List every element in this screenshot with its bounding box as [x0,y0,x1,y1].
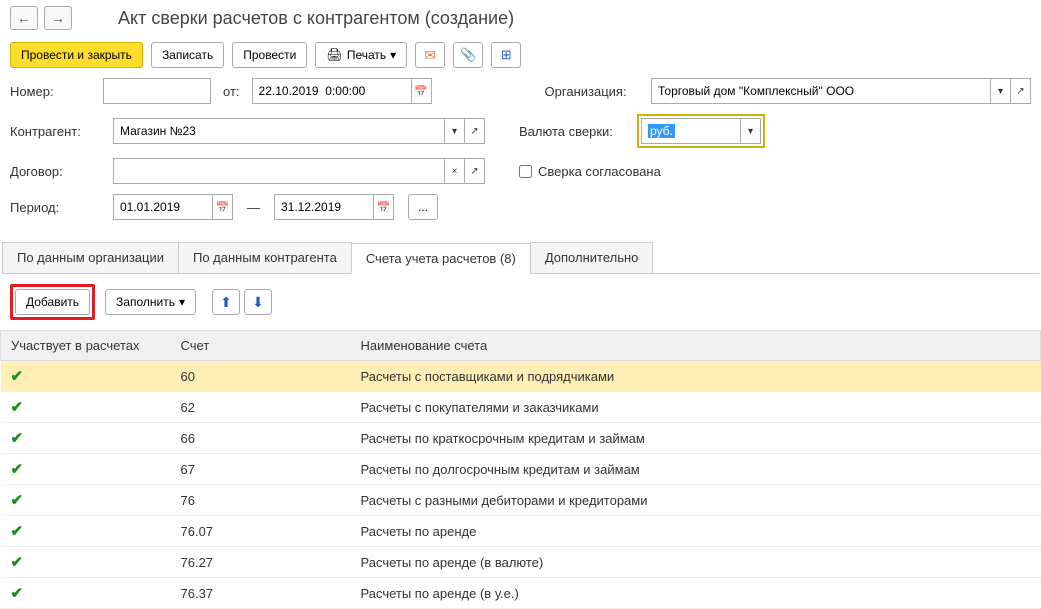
nav-forward-button[interactable]: → [44,6,72,30]
check-icon[interactable]: ✔ [11,585,24,602]
org-dropdown-button[interactable]: ▾ [991,78,1011,104]
currency-input[interactable]: руб. [641,118,741,144]
fill-button[interactable]: Заполнить ▾ [105,289,196,315]
table-row[interactable]: ✔ 60 Расчеты с поставщиками и подрядчика… [1,361,1041,392]
move-down-button[interactable]: ⬇ [244,289,272,315]
contractor-open-button[interactable]: ↗ [465,118,485,144]
calendar-button[interactable] [412,78,432,104]
check-icon[interactable]: ✔ [11,554,24,571]
account-code: 66 [171,423,351,454]
account-code: 60 [171,361,351,392]
agreed-checkbox[interactable] [519,165,532,178]
table-row[interactable]: ✔ 66 Расчеты по краткосрочным кредитам и… [1,423,1041,454]
org-input[interactable] [651,78,991,104]
calendar-icon [377,201,391,214]
table-row[interactable]: ✔ 62 Расчеты с покупателями и заказчикам… [1,392,1041,423]
add-button-highlight: Добавить [10,284,95,320]
table-row[interactable]: ✔ 67 Расчеты по долгосрочным кредитам и … [1,454,1041,485]
tab-additional[interactable]: Дополнительно [530,242,654,273]
account-code: 76.07 [171,516,351,547]
contract-open-button[interactable]: ↗ [465,158,485,184]
from-label: от: [223,84,240,99]
tab-org-data[interactable]: По данным организации [2,242,179,273]
arrow-down-icon: ⬇ [252,294,264,311]
account-code: 62 [171,392,351,423]
contractor-dropdown-button[interactable]: ▾ [445,118,465,144]
currency-label: Валюта сверки: [519,124,629,139]
post-button[interactable]: Провести [232,42,307,68]
period-label: Период: [10,200,105,215]
account-name: Расчеты по аренде (в у.е.) [351,578,1041,609]
table-row[interactable]: ✔ 76.07 Расчеты по аренде [1,516,1041,547]
structure-button[interactable] [491,42,521,68]
date-input[interactable] [252,78,412,104]
paperclip-icon [460,47,476,63]
check-icon[interactable]: ✔ [11,399,24,416]
contract-input[interactable] [113,158,445,184]
nav-back-button[interactable]: ← [10,6,38,30]
contractor-input[interactable] [113,118,445,144]
check-icon[interactable]: ✔ [11,461,24,478]
post-and-close-button[interactable]: Провести и закрыть [10,42,143,68]
org-open-button[interactable]: ↗ [1011,78,1031,104]
account-code: 67 [171,454,351,485]
account-code: 76.27 [171,547,351,578]
move-up-button[interactable]: ⬆ [212,289,240,315]
add-button[interactable]: Добавить [15,289,90,315]
period-separator: — [247,200,260,215]
contract-clear-button[interactable]: × [445,158,465,184]
printer-icon [326,47,343,63]
tab-accounts[interactable]: Счета учета расчетов (8) [351,243,531,274]
attachment-button[interactable] [453,42,483,68]
currency-dropdown-button[interactable]: ▾ [741,118,761,144]
table-row[interactable]: ✔ 76.27 Расчеты по аренде (в валюте) [1,547,1041,578]
structure-icon [501,47,512,63]
page-title: Акт сверки расчетов с контрагентом (созд… [118,8,514,29]
check-icon[interactable]: ✔ [11,430,24,447]
number-input[interactable] [103,78,211,104]
period-from-calendar[interactable] [213,194,233,220]
contract-label: Договор: [10,164,105,179]
check-icon[interactable]: ✔ [11,368,24,385]
col-header-account[interactable]: Счет [171,331,351,361]
table-row[interactable]: ✔ 76 Расчеты с разными дебиторами и кред… [1,485,1041,516]
col-header-name[interactable]: Наименование счета [351,331,1041,361]
currency-field-highlight: руб. ▾ [637,114,765,148]
period-from-input[interactable] [113,194,213,220]
email-button[interactable] [415,42,445,68]
account-name: Расчеты по аренде [351,516,1041,547]
mail-icon [424,47,436,64]
account-name: Расчеты по долгосрочным кредитам и займа… [351,454,1041,485]
check-icon[interactable]: ✔ [11,523,24,540]
account-name: Расчеты с разными дебиторами и кредитора… [351,485,1041,516]
agreed-label: Сверка согласована [538,164,661,179]
calendar-icon [216,201,230,214]
account-name: Расчеты с поставщиками и подрядчиками [351,361,1041,392]
period-to-calendar[interactable] [374,194,394,220]
check-icon[interactable]: ✔ [11,492,24,509]
period-picker-button[interactable] [408,194,438,220]
number-label: Номер: [10,84,95,99]
account-code: 76 [171,485,351,516]
print-button[interactable]: Печать ▾ [315,42,407,68]
period-to-input[interactable] [274,194,374,220]
org-label: Организация: [545,84,643,99]
account-code: 76.37 [171,578,351,609]
table-row[interactable]: ✔ 76.37 Расчеты по аренде (в у.е.) [1,578,1041,609]
accounts-table: Участвует в расчетах Счет Наименование с… [0,330,1041,609]
col-header-participates[interactable]: Участвует в расчетах [1,331,171,361]
arrow-up-icon: ⬆ [220,294,232,311]
tab-contractor-data[interactable]: По данным контрагента [178,242,352,273]
dots-icon [418,200,428,214]
account-name: Расчеты по аренде (в валюте) [351,547,1041,578]
write-button[interactable]: Записать [151,42,224,68]
calendar-icon [414,85,428,98]
account-name: Расчеты по краткосрочным кредитам и займ… [351,423,1041,454]
contractor-label: Контрагент: [10,124,105,139]
account-name: Расчеты с покупателями и заказчиками [351,392,1041,423]
